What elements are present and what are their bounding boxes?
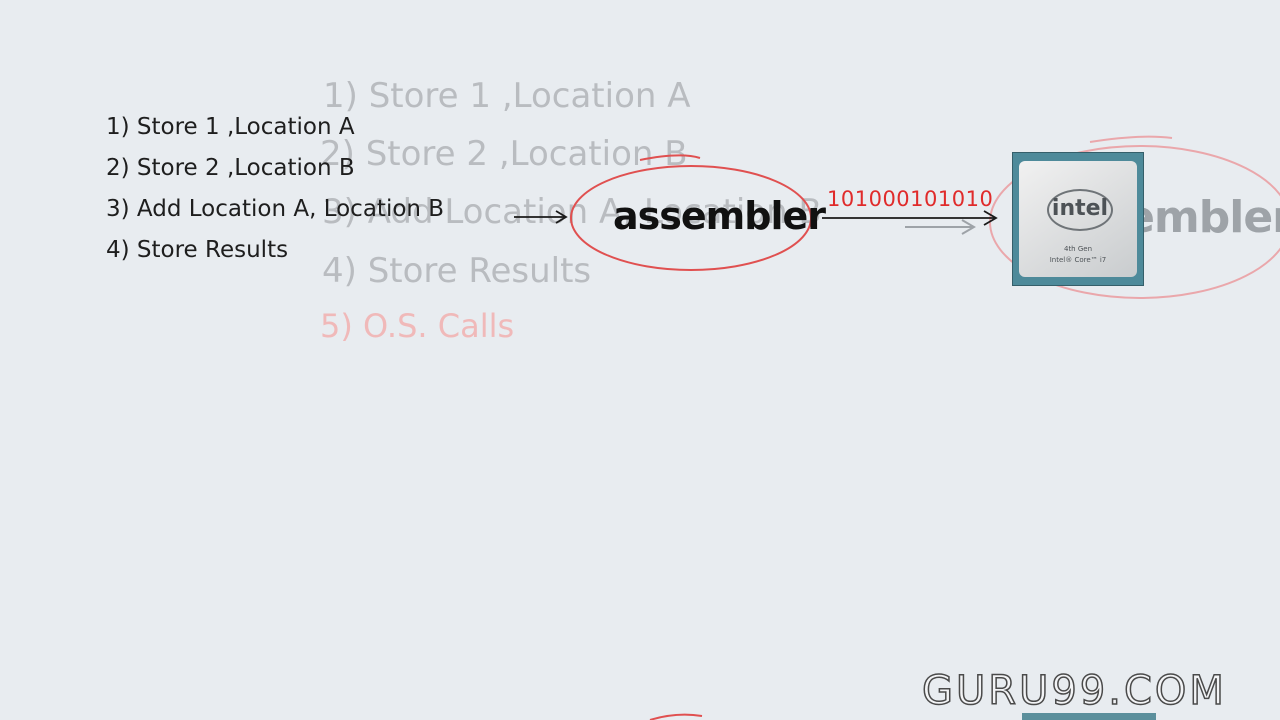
ghost-cpu-circle-tail: [1089, 135, 1173, 143]
instruction-2: 2) Store 2 ,Location B: [106, 155, 355, 181]
cpu-chip-icon: intel 4th Gen Intel® Core™ i7: [1012, 152, 1144, 286]
ghost-chip-fragment: [1022, 713, 1156, 720]
cpu-gen-label: 4th Gen: [1063, 245, 1093, 253]
binary-output: 101000101010: [827, 187, 994, 211]
instruction-4: 4) Store Results: [106, 237, 289, 263]
instruction-1: 1) Store 1 ,Location A: [106, 114, 355, 140]
assembler-circle-tail: [639, 154, 701, 161]
cpu-model-label: Intel® Core™ i7: [1049, 256, 1107, 264]
intel-logo: intel: [1047, 189, 1113, 231]
watermark: GURU99.COM: [921, 667, 1227, 715]
cpu-chip-face: intel 4th Gen Intel® Core™ i7: [1019, 161, 1137, 277]
instruction-3: 3) Add Location A, Location B: [106, 196, 445, 222]
diagram-strokes: [514, 135, 1280, 720]
assembler-label: assembler: [613, 194, 826, 238]
ghost-red-stroke: [649, 713, 703, 720]
